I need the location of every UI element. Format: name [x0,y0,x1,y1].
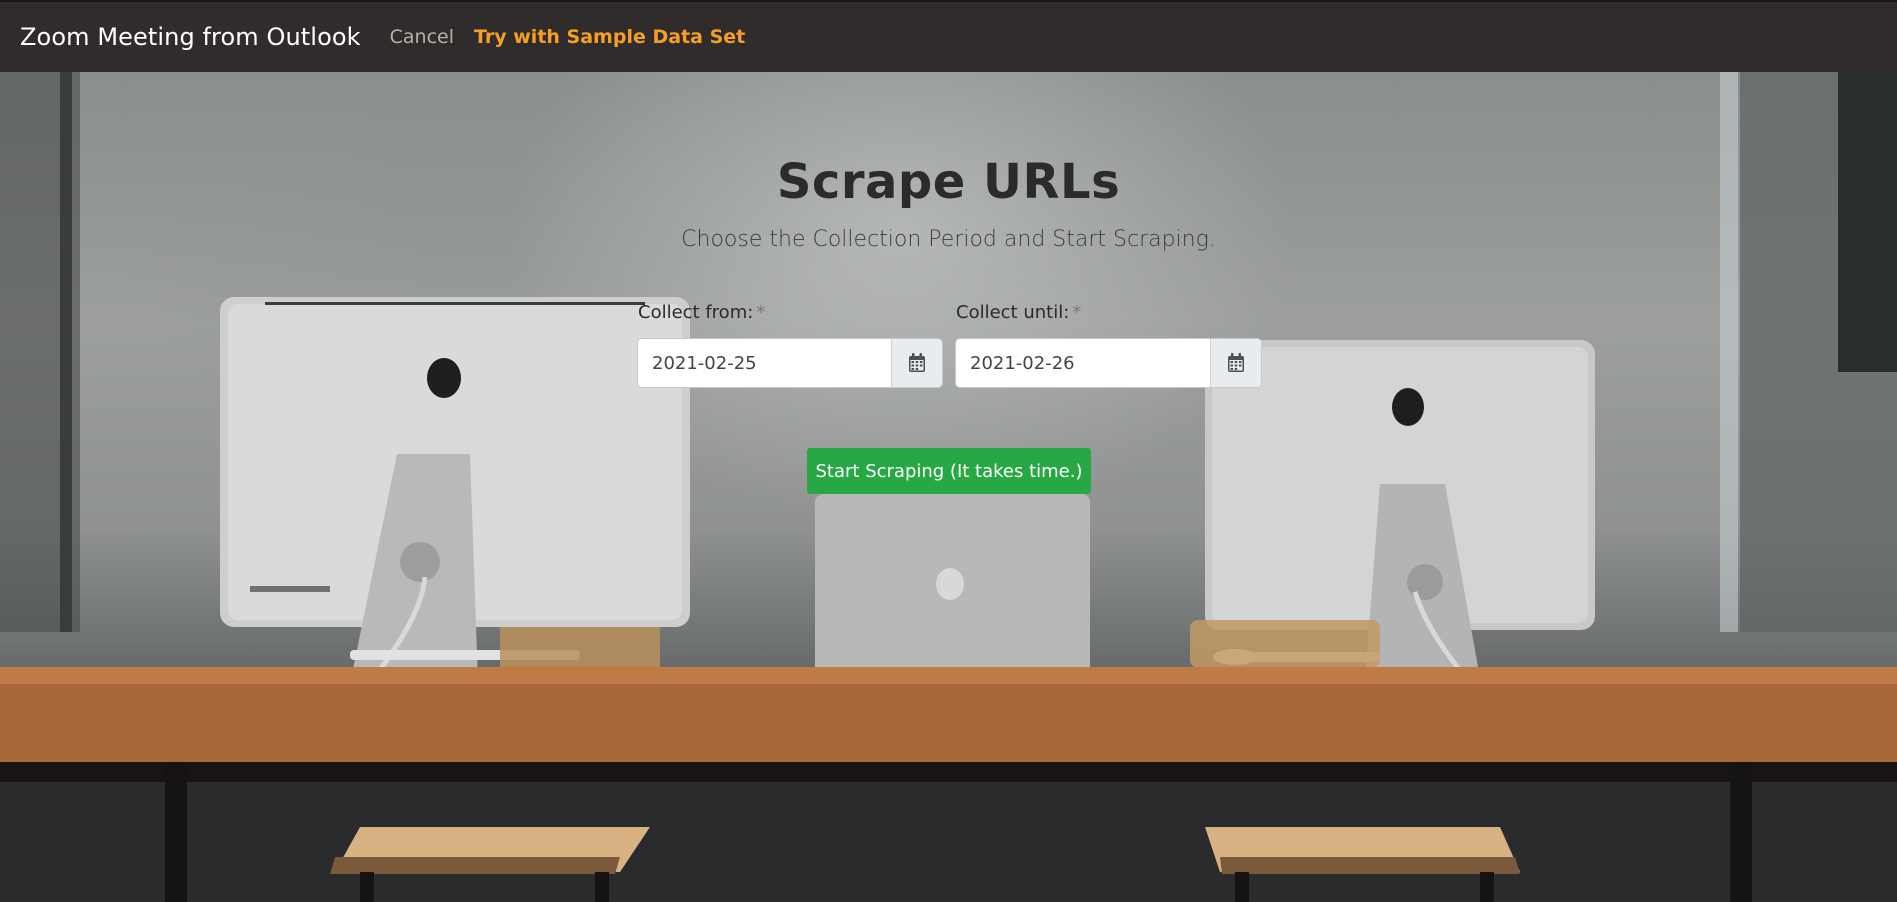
collect-until-date-group [956,339,1261,387]
page: Zoom Meeting from Outlook Cancel Try wit… [0,0,1897,902]
collect-from-label: Collect from: * [638,302,765,323]
start-scraping-button[interactable]: Start Scraping (It takes time.) [807,448,1091,494]
collect-from-input[interactable] [638,339,891,387]
collect-until-label-text: Collect until: [956,302,1070,323]
collect-until-label: Collect until: * [956,302,1081,323]
top-navbar: Zoom Meeting from Outlook Cancel Try wit… [0,0,1897,72]
collect-from-calendar-button[interactable] [891,339,942,387]
calendar-icon [909,353,925,372]
collect-until-calendar-button[interactable] [1210,339,1261,387]
required-mark: * [1072,302,1082,323]
page-title: Scrape URLs [776,154,1121,210]
page-subtitle: Choose the Collection Period and Start S… [681,227,1216,252]
required-mark: * [756,302,766,323]
cancel-link[interactable]: Cancel [390,26,454,48]
try-sample-data-link[interactable]: Try with Sample Data Set [474,26,745,48]
collect-until-input[interactable] [956,339,1210,387]
calendar-icon [1228,353,1244,372]
app-brand[interactable]: Zoom Meeting from Outlook [20,23,361,51]
collect-from-date-group [638,339,942,387]
scrape-form: Scrape URLs Choose the Collection Period… [0,72,1897,902]
collect-from-label-text: Collect from: [638,302,754,323]
